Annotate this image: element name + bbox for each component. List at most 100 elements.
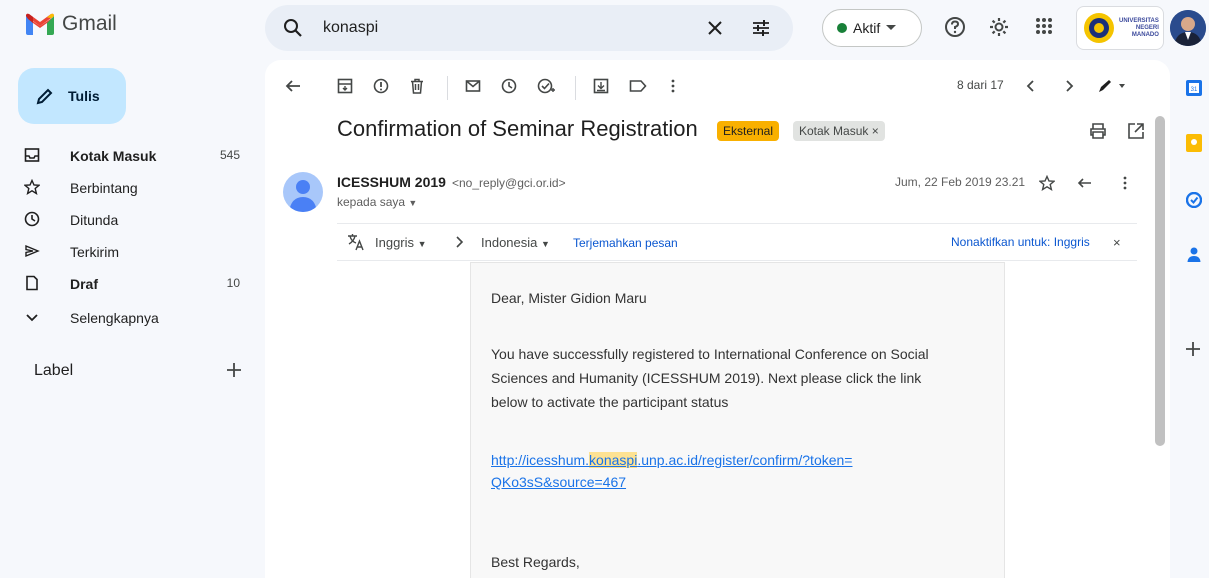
apps-grid-icon[interactable] — [1034, 16, 1054, 36]
toolbar-divider — [575, 76, 576, 100]
recipient-label: kepada saya — [337, 195, 406, 209]
sidebar-item-label: Berbintang — [70, 180, 138, 196]
add-to-tasks-icon[interactable] — [537, 78, 555, 94]
organization-badge[interactable]: UNIVERSITAS NEGERI MANADO — [1076, 6, 1164, 50]
sidebar-item-inbox[interactable]: Kotak Masuk 545 — [0, 140, 260, 172]
delete-trash-icon[interactable] — [409, 78, 425, 94]
org-line-3: MANADO — [1131, 31, 1159, 38]
more-vertical-icon[interactable] — [1117, 175, 1133, 191]
open-new-window-icon[interactable] — [1127, 122, 1145, 140]
sidebar-item-label: Selengkapnya — [70, 310, 159, 326]
sidebar-item-label: Kotak Masuk — [70, 148, 157, 164]
sidebar-item-snoozed[interactable]: Ditunda — [0, 204, 260, 236]
clear-search-icon[interactable] — [705, 18, 725, 38]
inbox-label-chip[interactable]: Kotak Masuk × — [793, 121, 885, 141]
source-language-selector[interactable]: Inggris ▼ — [375, 235, 427, 250]
report-spam-icon[interactable] — [373, 78, 389, 94]
toolbar-divider — [447, 76, 448, 100]
sender-avatar — [283, 172, 323, 212]
remove-label-icon[interactable]: × — [872, 124, 879, 138]
add-label-icon[interactable] — [224, 360, 244, 380]
labels-heading: Label — [34, 362, 74, 379]
send-icon — [24, 243, 40, 259]
star-icon[interactable] — [1039, 175, 1055, 191]
keep-notes-icon[interactable] — [1186, 134, 1202, 152]
svg-text:31: 31 — [1191, 87, 1198, 93]
link-part[interactable]: QKo3sS&source=467 — [491, 474, 626, 490]
chevron-left-icon[interactable] — [1023, 78, 1039, 94]
clock-icon — [24, 211, 40, 227]
contacts-icon[interactable] — [1186, 246, 1202, 262]
tasks-icon[interactable] — [1186, 192, 1202, 208]
confirmation-link[interactable]: http://icesshum.konaspi.unp.ac.id/regist… — [491, 449, 852, 471]
target-language-selector[interactable]: Indonesia ▼ — [481, 235, 550, 250]
sender-email: <no_reply@gci.or.id> — [452, 176, 566, 190]
scrollbar[interactable] — [1155, 116, 1165, 446]
compose-label: Tulis — [68, 88, 100, 104]
closing-text: Best Regards, — [491, 554, 580, 570]
sidebar-item-drafts[interactable]: Draf 10 — [0, 268, 260, 300]
back-arrow-icon[interactable] — [285, 78, 301, 94]
inbox-chip-label: Kotak Masuk — [799, 124, 869, 138]
status-selector[interactable]: Aktif — [822, 9, 922, 47]
target-language: Indonesia — [481, 235, 538, 250]
app-name: Gmail — [62, 12, 117, 35]
account-avatar[interactable] — [1170, 10, 1206, 46]
pagination-text: 8 dari 17 — [957, 78, 1004, 92]
university-seal-icon — [1083, 12, 1115, 44]
sidebar-item-label: Ditunda — [70, 212, 119, 228]
message-pane: 8 dari 17 Confirmation of Seminar Regist… — [265, 60, 1170, 578]
caret-down-icon: ▼ — [541, 239, 550, 249]
status-dot-icon — [837, 23, 847, 33]
label-tag-icon[interactable] — [629, 78, 647, 94]
compose-button[interactable]: Tulis — [18, 68, 126, 124]
sender-name[interactable]: ICESSHUM 2019 — [337, 174, 446, 190]
sidebar-item-count: 545 — [219, 148, 240, 162]
recipient-details[interactable]: kepada saya ▼ — [337, 195, 417, 209]
top-bar: Gmail konaspi Aktif UNIVERSITAS NEGERI M… — [0, 0, 1209, 58]
help-icon[interactable] — [944, 16, 966, 38]
org-line-2: NEGERI — [1135, 24, 1159, 31]
input-tools-pen-icon[interactable] — [1097, 78, 1127, 94]
mark-unread-icon[interactable] — [465, 78, 481, 94]
gmail-logo[interactable]: Gmail — [26, 12, 117, 36]
search-highlight[interactable]: konaspi — [589, 452, 638, 468]
greeting-text: Dear, Mister Gidion Maru — [491, 290, 647, 306]
translation-bar: Inggris ▼ Indonesia ▼ Terjemahkan pesan … — [337, 223, 1137, 261]
search-options-icon[interactable] — [751, 18, 771, 38]
star-icon — [24, 179, 40, 195]
sidebar-item-starred[interactable]: Berbintang — [0, 172, 260, 204]
sidebar-item-more[interactable]: Selengkapnya — [0, 302, 260, 334]
close-translation-icon[interactable]: × — [1113, 235, 1121, 250]
confirmation-link-cont[interactable]: QKo3sS&source=467 — [491, 471, 626, 493]
body-line: Sciences and Humanity (ICESSHUM 2019). N… — [491, 370, 922, 386]
translate-message-link[interactable]: Terjemahkan pesan — [573, 236, 678, 250]
link-part[interactable]: http://icesshum. — [491, 452, 589, 468]
more-vertical-icon[interactable] — [665, 78, 681, 94]
message-date: Jum, 22 Feb 2019 23.21 — [895, 175, 1026, 189]
gmail-m-icon — [26, 13, 54, 35]
settings-gear-icon[interactable] — [988, 16, 1010, 38]
snooze-clock-icon[interactable] — [501, 78, 517, 94]
inbox-icon — [24, 147, 40, 163]
sidebar-item-sent[interactable]: Terkirim — [0, 236, 260, 268]
archive-icon[interactable] — [337, 78, 353, 94]
search-icon[interactable] — [283, 18, 303, 38]
caret-down-icon: ▼ — [408, 198, 418, 208]
message-subject: Confirmation of Seminar Registration — [337, 116, 698, 141]
message-body: Dear, Mister Gidion Maru You have succes… — [470, 262, 1005, 578]
disable-translation-link[interactable]: Nonaktifkan untuk: Inggris — [951, 235, 1090, 249]
body-line: You have successfully registered to Inte… — [491, 346, 929, 362]
calendar-icon[interactable]: 31 — [1186, 80, 1202, 96]
get-addons-plus-icon[interactable] — [1184, 340, 1202, 358]
chevron-down-icon — [24, 309, 40, 325]
search-bar[interactable]: konaspi — [265, 5, 793, 51]
reply-icon[interactable] — [1077, 175, 1093, 191]
move-to-icon[interactable] — [593, 78, 609, 94]
chevron-right-icon[interactable] — [1061, 78, 1077, 94]
link-part[interactable]: .unp.ac.id/register/confirm/?token= — [637, 452, 852, 468]
chevron-right-icon — [455, 235, 465, 249]
print-icon[interactable] — [1089, 122, 1107, 140]
sidebar-item-label: Terkirim — [70, 244, 119, 260]
search-input[interactable]: konaspi — [323, 19, 378, 37]
